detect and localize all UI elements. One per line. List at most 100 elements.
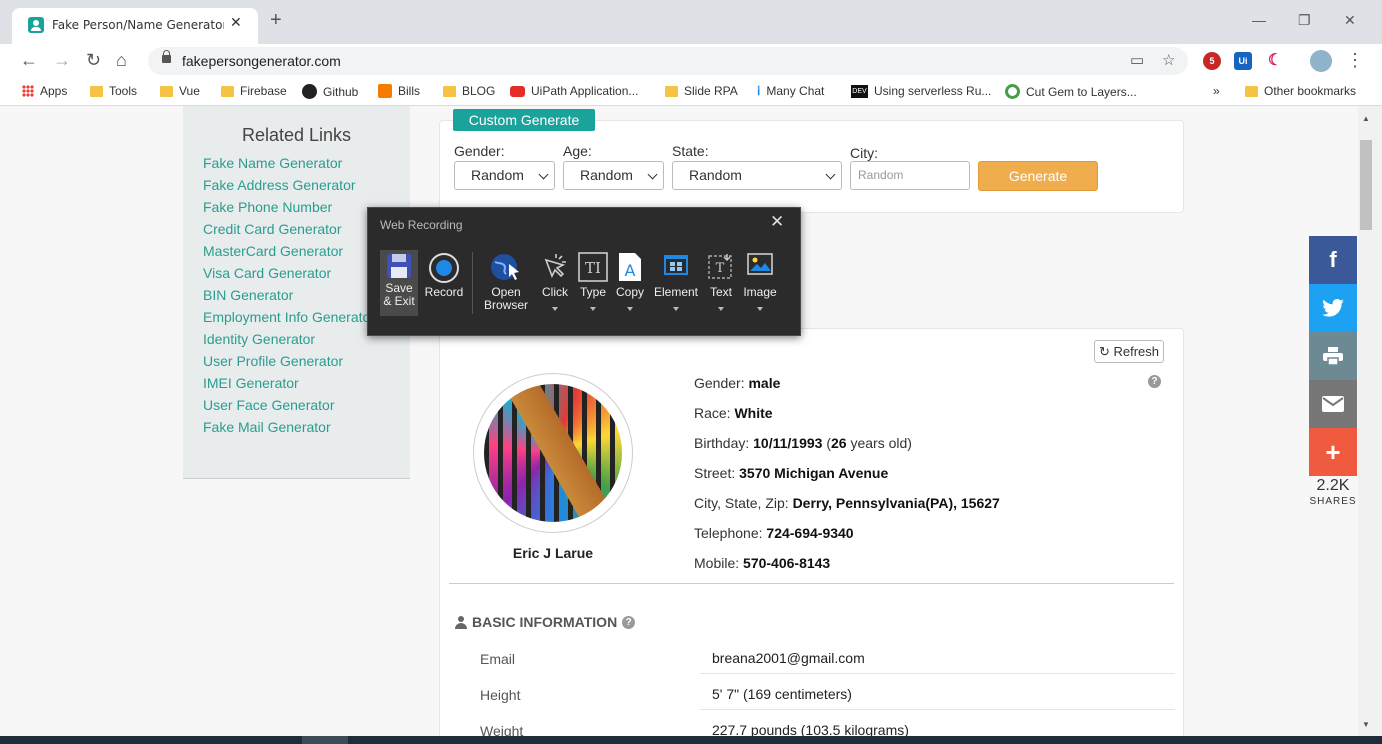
- custom-generate-badge: Custom Generate: [453, 109, 595, 131]
- home-icon[interactable]: ⌂: [116, 48, 127, 72]
- record-button[interactable]: Record: [422, 250, 466, 316]
- link-fake-address-generator[interactable]: Fake Address Generator: [203, 177, 356, 193]
- restore-button[interactable]: ❐: [1298, 12, 1311, 29]
- element-window-icon: [664, 255, 688, 275]
- link-credit-card-generator[interactable]: Credit Card Generator: [203, 221, 342, 237]
- copy-button[interactable]: A Copy: [612, 250, 648, 316]
- text-button[interactable]: T Text: [704, 250, 738, 316]
- city-input[interactable]: Random: [850, 161, 970, 190]
- page-scrollbar[interactable]: ▲ ▼: [1358, 106, 1382, 736]
- browser-tab[interactable]: Fake Person/Name Generator | U ✕: [12, 8, 258, 44]
- taskbar-active-item[interactable]: [302, 736, 348, 744]
- minimize-button[interactable]: —: [1252, 12, 1266, 28]
- bookmark-serverless[interactable]: DEV Using serverless Ru...: [851, 84, 991, 98]
- link-fake-name-generator[interactable]: Fake Name Generator: [203, 155, 342, 171]
- page-content: Related Links Fake Name Generator Fake A…: [0, 106, 1358, 736]
- forward-arrow-icon[interactable]: →: [53, 48, 71, 72]
- open-browser-button[interactable]: Open Browser: [478, 250, 534, 316]
- dropdown-caret-icon[interactable]: [673, 307, 679, 311]
- link-bin-generator[interactable]: BIN Generator: [203, 287, 293, 303]
- dropdown-caret-icon[interactable]: [552, 307, 558, 311]
- bookmark-star-icon[interactable]: ☆: [1162, 51, 1175, 69]
- link-identity-generator[interactable]: Identity Generator: [203, 331, 315, 347]
- bookmarks-overflow[interactable]: »: [1213, 84, 1220, 98]
- email-label: Email: [480, 651, 516, 667]
- dev-icon: DEV: [851, 84, 868, 98]
- email-share-button[interactable]: [1309, 380, 1357, 428]
- link-user-profile-generator[interactable]: User Profile Generator: [203, 353, 343, 369]
- gender-select[interactable]: Random: [454, 161, 555, 190]
- info-race: Race: White: [694, 405, 773, 421]
- link-fake-mail-generator[interactable]: Fake Mail Generator: [203, 419, 331, 435]
- other-bookmarks[interactable]: Other bookmarks: [1245, 84, 1356, 98]
- bookmark-blog[interactable]: BLOG: [443, 84, 495, 98]
- tab-close-icon[interactable]: ✕: [230, 14, 242, 31]
- print-share-button[interactable]: [1309, 332, 1357, 380]
- envelope-icon: [1322, 396, 1344, 412]
- refresh-button[interactable]: ↻ Refresh: [1094, 340, 1164, 363]
- plus-icon: +: [1325, 437, 1341, 467]
- image-button[interactable]: Image: [740, 250, 780, 316]
- dropdown-caret-icon[interactable]: [590, 307, 596, 311]
- menu-dots-icon[interactable]: ⋮: [1346, 48, 1364, 72]
- save-exit-button[interactable]: Save & Exit: [380, 250, 418, 316]
- cast-icon[interactable]: ▭: [1130, 51, 1144, 69]
- dropdown-caret-icon[interactable]: [627, 307, 633, 311]
- bookmark-vue[interactable]: Vue: [160, 84, 200, 98]
- state-select[interactable]: Random: [672, 161, 842, 190]
- bookmark-slide-rpa[interactable]: Slide RPA: [665, 84, 738, 98]
- bookmark-cut-gem[interactable]: Cut Gem to Layers...: [1005, 84, 1137, 99]
- bookmark-many-chat[interactable]: ⅰ Many Chat: [757, 84, 824, 98]
- click-pointer-icon: [544, 254, 566, 278]
- close-window-button[interactable]: ✕: [1344, 12, 1356, 29]
- row-divider: [700, 709, 1175, 710]
- bookmark-tools[interactable]: Tools: [90, 84, 137, 98]
- facebook-share-button[interactable]: f: [1309, 236, 1357, 284]
- help-icon[interactable]: ?: [1148, 375, 1161, 388]
- new-tab-button[interactable]: +: [270, 10, 282, 30]
- link-visa-card-generator[interactable]: Visa Card Generator: [203, 265, 331, 281]
- reload-icon[interactable]: ↻: [86, 48, 101, 72]
- refresh-icon: ↻: [1098, 344, 1114, 359]
- info-telephone: Telephone: 724-694-9340: [694, 525, 854, 541]
- copy-document-icon: A: [619, 253, 641, 281]
- scroll-down-arrow-icon[interactable]: ▼: [1362, 720, 1370, 729]
- bookmark-firebase[interactable]: Firebase: [221, 84, 287, 98]
- link-imei-generator[interactable]: IMEI Generator: [203, 375, 299, 391]
- address-bar[interactable]: fakepersongenerator.com ▭ ☆: [148, 47, 1188, 75]
- link-mastercard-generator[interactable]: MasterCard Generator: [203, 243, 343, 259]
- more-share-button[interactable]: +: [1309, 428, 1357, 476]
- scroll-up-arrow-icon[interactable]: ▲: [1362, 114, 1370, 123]
- bookmark-apps[interactable]: Apps: [22, 84, 67, 98]
- folder-icon: [443, 85, 456, 97]
- link-user-face-generator[interactable]: User Face Generator: [203, 397, 335, 413]
- click-button[interactable]: Click: [536, 250, 574, 316]
- divider: [449, 583, 1174, 584]
- link-fake-phone-number[interactable]: Fake Phone Number: [203, 199, 332, 215]
- os-taskbar: [0, 736, 1382, 744]
- adblock-extension-icon[interactable]: 5: [1203, 52, 1221, 70]
- help-icon[interactable]: ?: [622, 615, 636, 629]
- dropdown-caret-icon[interactable]: [757, 307, 763, 311]
- scrollbar-thumb[interactable]: [1360, 140, 1372, 230]
- web-recording-toolbar: Web Recording ✕ Save & Exit Record Open Br…: [367, 207, 801, 336]
- bookmark-github[interactable]: Github: [302, 84, 358, 99]
- uipath-extension-icon[interactable]: Ui: [1234, 52, 1252, 70]
- twitter-share-button[interactable]: [1309, 284, 1357, 332]
- generate-button[interactable]: Generate: [978, 161, 1098, 191]
- bookmark-bills[interactable]: Bills: [378, 84, 420, 98]
- link-employment-info-generator[interactable]: Employment Info Generator: [203, 309, 390, 325]
- weight-label: Weight: [480, 723, 524, 736]
- type-button[interactable]: TI Type: [575, 250, 611, 316]
- browser-toolbar: ← → ↻ ⌂ fakepersongenerator.com ▭ ☆ 5 Ui…: [0, 44, 1382, 78]
- element-button[interactable]: Element: [651, 250, 701, 316]
- profile-avatar[interactable]: [1310, 50, 1332, 72]
- close-recording-icon[interactable]: ✕: [770, 212, 784, 232]
- share-count: 2.2K: [1316, 477, 1350, 494]
- back-arrow-icon[interactable]: ←: [20, 48, 38, 72]
- dropdown-caret-icon[interactable]: [718, 307, 724, 311]
- bookmark-uipath-application[interactable]: UiPath Application...: [510, 84, 638, 98]
- age-select[interactable]: Random: [563, 161, 664, 190]
- gender-label: Gender:: [454, 143, 505, 159]
- moon-extension-icon[interactable]: ☾: [1266, 52, 1284, 70]
